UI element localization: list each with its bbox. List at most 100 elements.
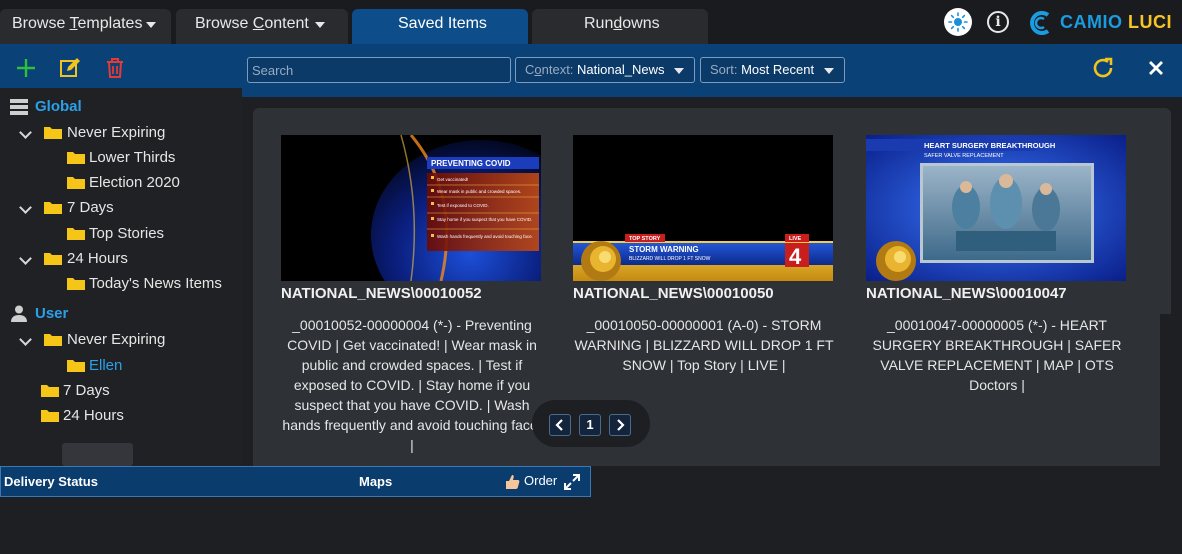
folder-icon (44, 334, 62, 346)
theme-toggle-button[interactable] (944, 8, 972, 36)
thumb-channel: 4 (789, 244, 802, 269)
folder-tree: Global Never Expiring Lower Thirds Elect… (0, 88, 242, 466)
close-icon[interactable] (1144, 56, 1168, 80)
thumb-tag: TOP STORY (629, 236, 661, 242)
delivery-status-tab[interactable]: Delivery Status (4, 474, 98, 489)
selected-node-highlight (62, 443, 133, 466)
refresh-icon[interactable] (1091, 56, 1115, 80)
order-button[interactable]: Order (524, 473, 557, 488)
item-thumbnail[interactable]: TOP STORY STORM WARNING BLIZZARD WILL DR… (573, 135, 833, 281)
expand-icon[interactable] (562, 472, 582, 492)
context-value: National_News (577, 62, 665, 77)
tree-node-label: 7 Days (67, 199, 114, 216)
thumb-sub: BLIZZARD WILL DROP 1 FT SNOW (629, 256, 711, 262)
thumb-line: Wash hands frequently and avoid touching… (437, 234, 533, 239)
item-title: NATIONAL_NEWS\00010050 (573, 285, 774, 302)
tree-node-label: Top Stories (89, 225, 165, 242)
thumbnail-graphic: PREVENTING COVID Get vaccinated! Wear ma… (281, 135, 541, 281)
delete-icon[interactable] (103, 56, 127, 80)
tab-browse-content-label: Browse Content (195, 15, 309, 32)
tree-node-label: 24 Hours (67, 250, 128, 267)
scrollbar-track[interactable] (1160, 314, 1182, 466)
folder-icon (67, 360, 85, 372)
user-icon (11, 305, 27, 322)
info-icon[interactable]: i (987, 11, 1009, 33)
server-icon (10, 99, 28, 115)
sort-dropdown[interactable]: Sort: Most Recent (700, 57, 845, 83)
tree-node-label: Lower Thirds (89, 149, 176, 166)
folder-icon (44, 202, 62, 214)
chevron-down-icon (19, 333, 32, 346)
item-title: NATIONAL_NEWS\00010047 (866, 285, 1067, 302)
thumb-line: Stay home if you suspect that you have C… (437, 217, 532, 222)
chevron-down-icon (674, 68, 684, 74)
next-page-button[interactable] (609, 414, 631, 436)
sort-label: Sort: (710, 62, 738, 77)
sun-icon (948, 12, 968, 32)
pagination: 1 (532, 400, 650, 447)
item-description: _00010050-00000001 (A-0) - STORM WARNING… (574, 317, 834, 373)
tree-node-label: 7 Days (63, 382, 110, 399)
top-bar: Browse Templates Browse Content Saved It… (0, 0, 1182, 44)
tree-node-label: Election 2020 (89, 174, 180, 191)
thumb-heading: HEART SURGERY BREAKTHROUGH (924, 141, 1055, 150)
prev-page-button[interactable] (549, 414, 571, 436)
folder-icon (44, 127, 62, 139)
chevron-down-icon (19, 126, 32, 139)
chevron-down-icon (146, 22, 156, 28)
folder-icon (67, 177, 85, 189)
chevron-left-icon (555, 419, 563, 431)
tree-node-label: Never Expiring (67, 124, 166, 141)
item-description: _00010052-00000004 (*-) - Preventing COV… (282, 317, 542, 453)
thumb-sub: SAFER VALVE REPLACEMENT (924, 153, 1004, 159)
tree-node-label: Never Expiring (67, 331, 166, 348)
item-description: _00010047-00000005 (*-) - HEART SURGERY … (872, 317, 1122, 393)
thumbs-up-icon (506, 475, 520, 489)
page-number-button[interactable]: 1 (579, 414, 601, 436)
tree-node-global-label: Global (35, 98, 82, 115)
folder-icon (41, 385, 59, 397)
tab-saved-items-label: Saved Items (398, 15, 487, 32)
thumb-heading: STORM WARNING (629, 245, 699, 254)
tab-browse-content[interactable]: Browse Content (176, 9, 348, 44)
edit-icon[interactable] (58, 56, 82, 80)
sort-value: Most Recent (741, 62, 815, 77)
brand-name: CAMIO LUCI (1060, 12, 1172, 32)
context-label: Context: (525, 62, 574, 77)
folder-icon (67, 228, 85, 240)
item-thumbnail[interactable]: HEART SURGERY BREAKTHROUGH SAFER VALVE R… (866, 135, 1126, 281)
folder-icon (44, 253, 62, 265)
tree-node-label: Today's News Items (89, 275, 222, 292)
chevron-down-icon (19, 201, 32, 214)
thumb-line: Wear mask in public and crowded spaces. (437, 189, 521, 194)
thumbnail-graphic: TOP STORY STORM WARNING BLIZZARD WILL DR… (573, 135, 833, 281)
bottom-panel-header: Delivery Status Maps Order (0, 466, 591, 497)
tab-rundowns[interactable]: Rundowns (532, 9, 708, 44)
chevron-down-icon (315, 22, 325, 28)
thumbnail-graphic: HEART SURGERY BREAKTHROUGH SAFER VALVE R… (866, 135, 1126, 281)
thumb-live: LIVE (789, 236, 802, 242)
thumb-line: Test if exposed to COVID. (437, 203, 489, 208)
tab-browse-templates-label: Browse Templates (12, 15, 143, 32)
camio-logo-icon (1030, 11, 1050, 35)
tab-browse-templates[interactable]: Browse Templates (0, 9, 171, 44)
maps-tab[interactable]: Maps (359, 474, 392, 489)
chevron-down-icon (19, 252, 32, 265)
item-title: NATIONAL_NEWS\00010052 (281, 285, 482, 302)
tree-node-user-label: User (35, 305, 69, 322)
tree-node-label: 24 Hours (63, 407, 124, 424)
tab-saved-items[interactable]: Saved Items (352, 9, 528, 44)
add-icon[interactable] (14, 56, 38, 80)
thumb-heading: PREVENTING COVID (431, 159, 511, 168)
folder-icon (67, 278, 85, 290)
chevron-down-icon (824, 68, 834, 74)
context-dropdown[interactable]: Context: National_News (515, 57, 695, 83)
item-thumbnail[interactable]: PREVENTING COVID Get vaccinated! Wear ma… (281, 135, 541, 281)
thumb-line: Get vaccinated! (437, 177, 468, 182)
folder-icon (41, 410, 59, 422)
search-input[interactable] (247, 57, 511, 83)
tree-node-label: Ellen (89, 357, 123, 374)
tab-rundowns-label: Rundowns (584, 15, 660, 32)
folder-icon (67, 152, 85, 164)
chevron-right-icon (617, 419, 625, 431)
